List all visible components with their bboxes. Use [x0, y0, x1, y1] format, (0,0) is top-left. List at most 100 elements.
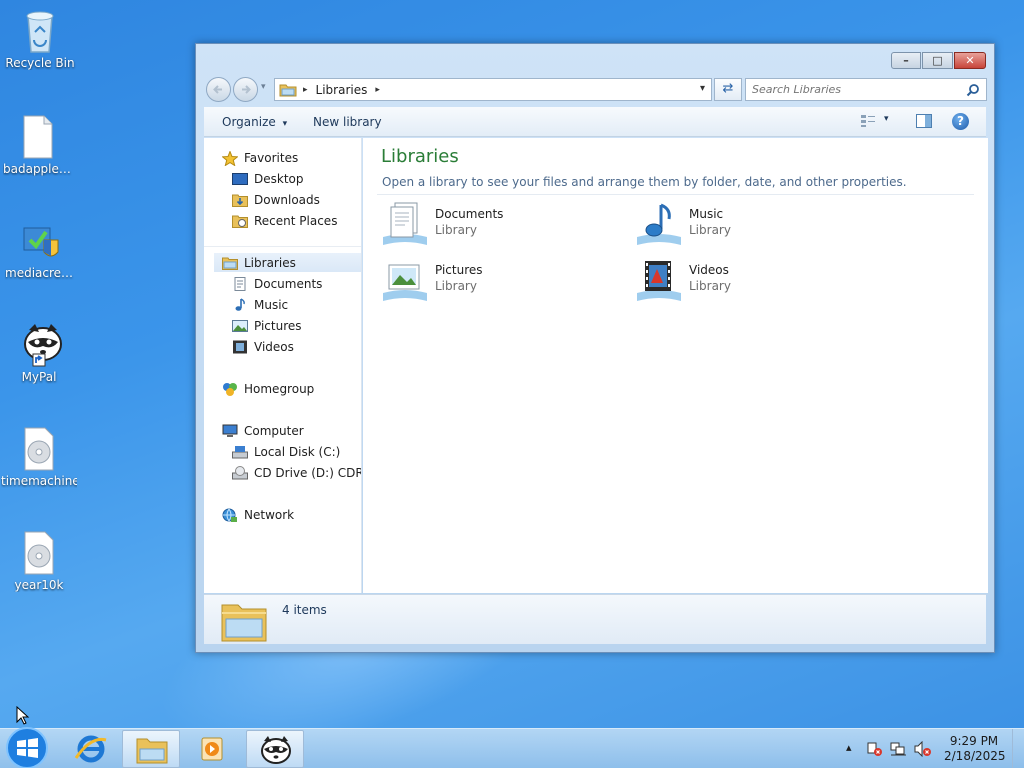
- desktop-icon-mediacreationtool[interactable]: mediacreationtool: [2, 218, 78, 280]
- details-pane: 4 items: [204, 594, 986, 644]
- installer-shield-icon: [20, 218, 60, 262]
- libraries-folder-large-icon: [220, 599, 268, 643]
- minimize-button[interactable]: –: [891, 52, 921, 69]
- nav-label: Network: [244, 507, 295, 522]
- blank-file-icon: [18, 114, 58, 159]
- desktop-icon-label: year10k: [14, 578, 64, 592]
- library-item-music[interactable]: Music Library: [635, 201, 865, 249]
- refresh-icon: ⇄: [722, 81, 734, 96]
- forward-arrow-icon: [242, 85, 251, 94]
- pictures-library-icon: [381, 257, 429, 303]
- recent-places-icon: [232, 214, 248, 228]
- nav-music[interactable]: Music: [232, 295, 288, 314]
- breadcrumb-libraries[interactable]: Libraries: [316, 83, 368, 97]
- start-button[interactable]: [0, 727, 54, 768]
- libraries-folder-icon: [279, 84, 297, 96]
- computer-icon: [222, 424, 238, 438]
- library-name: Pictures: [435, 263, 483, 277]
- nav-label: Homegroup: [244, 381, 315, 396]
- address-dropdown-icon[interactable]: ▾: [700, 83, 705, 94]
- close-icon: ✕: [965, 54, 975, 67]
- navigation-pane: Favorites Desktop Downloads Recent Place…: [204, 138, 362, 593]
- documents-library-icon: [381, 201, 429, 247]
- downloads-folder-icon: [232, 193, 248, 207]
- raccoon-icon: [261, 736, 291, 764]
- nav-label: Music: [254, 297, 289, 312]
- preview-pane-button[interactable]: [916, 114, 934, 130]
- library-item-documents[interactable]: Documents Library: [381, 201, 611, 249]
- forward-button[interactable]: [233, 77, 258, 102]
- maximize-button[interactable]: □: [922, 52, 953, 69]
- chevron-down-icon: ▾: [282, 119, 288, 129]
- organize-button[interactable]: Organize ▾: [222, 115, 287, 129]
- hard-disk-icon: [232, 445, 248, 459]
- network-status-icon[interactable]: [890, 741, 908, 757]
- nav-recent-places[interactable]: Recent Places: [232, 211, 337, 230]
- nav-local-disk[interactable]: Local Disk (C:): [232, 442, 340, 461]
- nav-cd-drive[interactable]: CD Drive (D:) CDROM: [232, 463, 361, 482]
- library-item-pictures[interactable]: Pictures Library: [381, 257, 611, 305]
- action-center-icon[interactable]: [866, 741, 884, 757]
- change-view-button[interactable]: ▾: [860, 114, 896, 131]
- network-icon: [222, 508, 238, 522]
- search-box[interactable]: [745, 78, 987, 101]
- show-hidden-icons-button[interactable]: ▴: [846, 741, 852, 754]
- desktop-icon-mypal[interactable]: MyPal: [1, 322, 77, 384]
- nav-label: Downloads: [254, 192, 320, 207]
- taskbar-media-player[interactable]: [184, 730, 242, 768]
- desktop-icon-label: MyPal: [21, 370, 57, 384]
- nav-documents[interactable]: Documents: [232, 274, 322, 293]
- nav-label: Videos: [254, 339, 294, 354]
- breadcrumb-separator-icon[interactable]: ▸: [375, 85, 380, 95]
- volume-muted-icon[interactable]: [914, 740, 932, 758]
- search-input[interactable]: [746, 79, 956, 100]
- search-icon[interactable]: [966, 83, 980, 97]
- system-clock[interactable]: 9:29 PM 2/18/2025: [944, 734, 1006, 764]
- clock-date: 2/18/2025: [944, 749, 1006, 763]
- refresh-button[interactable]: ⇄: [714, 78, 742, 101]
- nav-divider: [204, 246, 361, 247]
- taskbar-file-explorer[interactable]: [122, 730, 180, 768]
- explorer-window: – □ ✕ ▾ ▸ Libraries ▸ ▾ ⇄ Search Librari…: [195, 43, 995, 653]
- back-button[interactable]: [206, 77, 231, 102]
- library-item-videos[interactable]: Videos Library: [635, 257, 865, 305]
- desktop-icon-label: Recycle Bin: [5, 56, 75, 70]
- disc-image-file-icon: [19, 530, 59, 575]
- nav-favorites[interactable]: Favorites: [221, 148, 298, 167]
- nav-downloads[interactable]: Downloads: [232, 190, 320, 209]
- desktop-icon-timemachine[interactable]: timemachine: [1, 426, 77, 488]
- desktop-icon-label: mediacreationtool: [5, 266, 75, 280]
- help-button[interactable]: ?: [952, 113, 969, 130]
- library-type: Library: [689, 223, 731, 237]
- recycle-bin-icon: [20, 8, 60, 53]
- recent-pages-dropdown[interactable]: ▾: [261, 82, 266, 92]
- nav-desktop[interactable]: Desktop: [232, 169, 304, 188]
- nav-libraries[interactable]: Libraries: [214, 253, 361, 272]
- desktop-icon-label: timemachine: [1, 474, 77, 488]
- address-bar[interactable]: ▸ Libraries ▸ ▾: [274, 78, 712, 101]
- nav-label: Libraries: [244, 255, 296, 270]
- nav-label: Documents: [254, 276, 323, 291]
- videos-library-icon: [635, 257, 683, 303]
- nav-network[interactable]: Network: [222, 505, 294, 524]
- documents-icon: [232, 276, 248, 291]
- nav-computer[interactable]: Computer: [222, 421, 304, 440]
- star-icon: [221, 149, 239, 167]
- taskbar-mypal[interactable]: [246, 730, 304, 768]
- nav-pictures[interactable]: Pictures: [232, 316, 302, 335]
- nav-label: Pictures: [254, 318, 302, 333]
- taskbar-internet-explorer[interactable]: [62, 730, 120, 768]
- address-row: ▾ ▸ Libraries ▸ ▾ ⇄: [204, 77, 987, 102]
- close-button[interactable]: ✕: [954, 52, 986, 69]
- nav-videos[interactable]: Videos: [232, 337, 294, 356]
- desktop-icon-year10k[interactable]: year10k: [1, 530, 77, 592]
- library-name: Documents: [435, 207, 504, 221]
- nav-homegroup[interactable]: Homegroup: [222, 379, 314, 398]
- show-desktop-button[interactable]: [1012, 729, 1024, 768]
- page-title: Libraries: [381, 146, 459, 167]
- internet-explorer-icon: [74, 735, 107, 763]
- desktop-icon-badappleflash[interactable]: badappleflash: [0, 114, 76, 176]
- new-library-button[interactable]: New library: [313, 115, 382, 129]
- desktop-icon-recycle-bin[interactable]: Recycle Bin: [2, 8, 78, 70]
- disc-image-file-icon: [19, 426, 59, 471]
